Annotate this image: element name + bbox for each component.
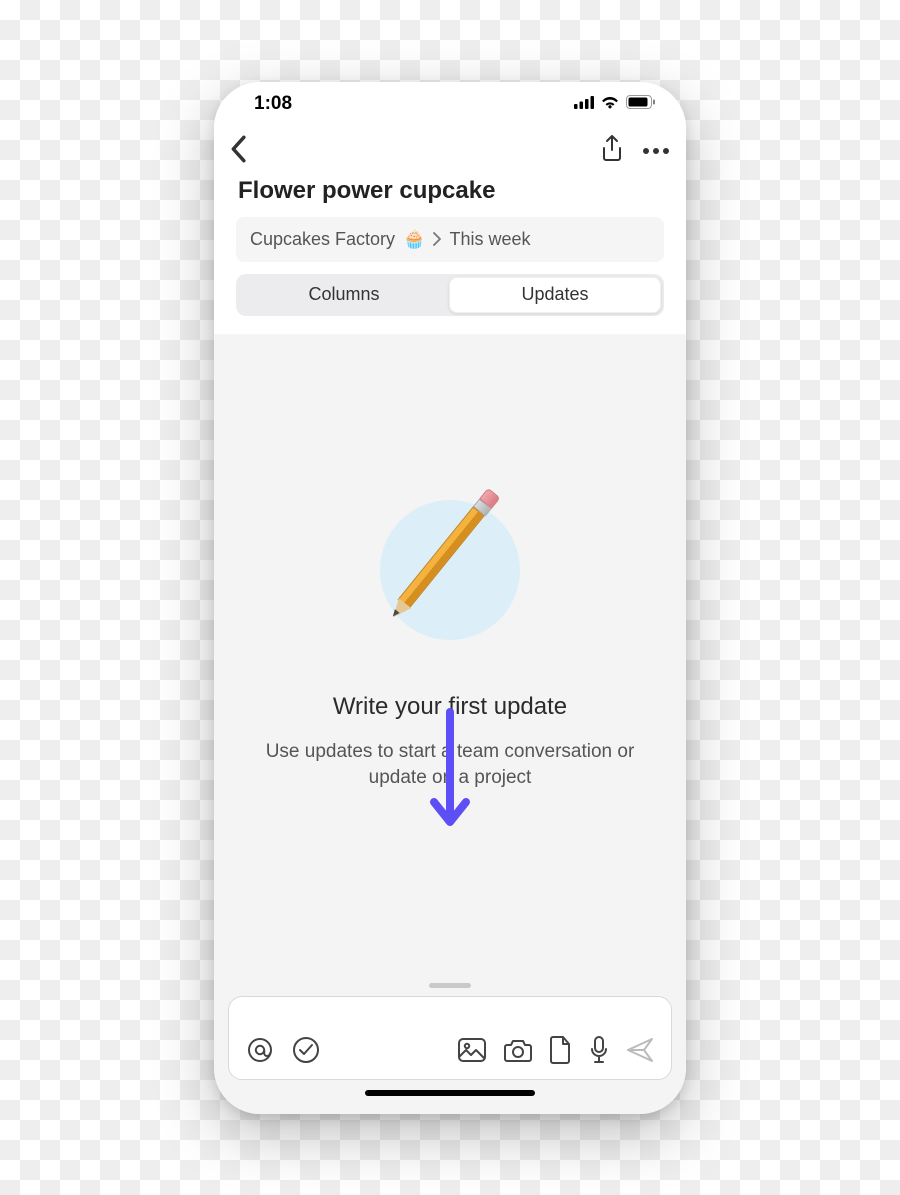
status-bar: 1:08 — [214, 82, 686, 126]
send-button[interactable] — [625, 1036, 655, 1064]
at-icon — [245, 1035, 275, 1065]
arrow-down-icon — [428, 708, 472, 828]
breadcrumb[interactable]: Cupcakes Factory 🧁 This week — [236, 217, 664, 262]
header-block: 1:08 — [214, 82, 686, 335]
content-area: Write your first update Use updates to s… — [214, 335, 686, 983]
empty-illustration — [370, 485, 530, 645]
wifi-icon — [600, 93, 620, 115]
photo-icon — [457, 1037, 487, 1063]
tab-columns[interactable]: Columns — [239, 277, 449, 313]
composer[interactable] — [228, 996, 672, 1080]
breadcrumb-child: This week — [449, 229, 530, 250]
page-title: Flower power cupcake — [214, 173, 686, 217]
chevron-left-icon — [228, 135, 248, 163]
status-indicators — [574, 93, 656, 115]
annotation-arrow — [428, 708, 472, 833]
send-icon — [625, 1036, 655, 1064]
camera-button[interactable] — [503, 1037, 533, 1063]
mic-button[interactable] — [589, 1035, 609, 1065]
breadcrumb-emoji: 🧁 — [403, 229, 425, 250]
share-button[interactable] — [600, 134, 624, 169]
microphone-icon — [589, 1035, 609, 1065]
camera-icon — [503, 1037, 533, 1063]
tabs: Columns Updates — [236, 274, 664, 316]
more-icon — [642, 147, 670, 155]
status-time: 1:08 — [254, 93, 292, 115]
mention-button[interactable] — [245, 1035, 275, 1065]
check-circle-icon — [291, 1035, 321, 1065]
breadcrumb-parent: Cupcakes Factory — [250, 229, 395, 250]
chevron-right-icon — [433, 232, 441, 246]
nav-bar — [214, 126, 686, 173]
home-indicator[interactable] — [365, 1090, 535, 1096]
phone-frame: 1:08 — [214, 82, 686, 1114]
back-button[interactable] — [228, 135, 248, 168]
more-button[interactable] — [642, 142, 670, 160]
battery-icon — [626, 93, 656, 115]
composer-area — [214, 983, 686, 1114]
cellular-icon — [574, 93, 594, 115]
share-icon — [600, 134, 624, 164]
photo-button[interactable] — [457, 1037, 487, 1063]
drag-handle[interactable] — [429, 983, 471, 988]
document-icon — [549, 1035, 573, 1065]
task-button[interactable] — [291, 1035, 321, 1065]
tab-updates[interactable]: Updates — [449, 277, 661, 313]
file-button[interactable] — [549, 1035, 573, 1065]
